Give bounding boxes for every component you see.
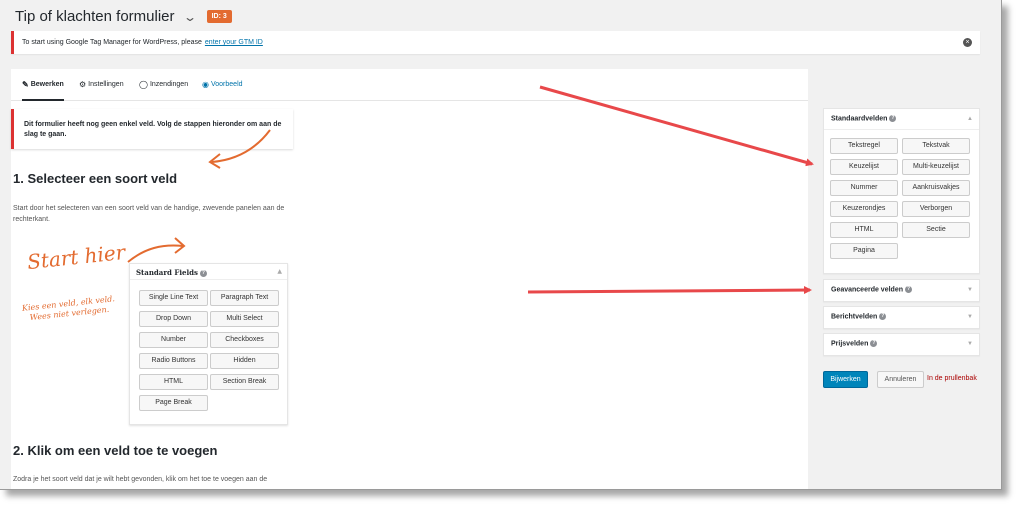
orange-arrow-to-heading <box>211 129 271 163</box>
arrow-to-standard-fields <box>539 85 814 167</box>
orange-arrow-to-panel <box>127 244 184 263</box>
arrow-to-advanced-fields <box>527 286 812 295</box>
annotation-arrows <box>127 85 814 295</box>
app-window: Tip of klachten formulier ⌄ ID: 3 To sta… <box>0 0 1002 490</box>
